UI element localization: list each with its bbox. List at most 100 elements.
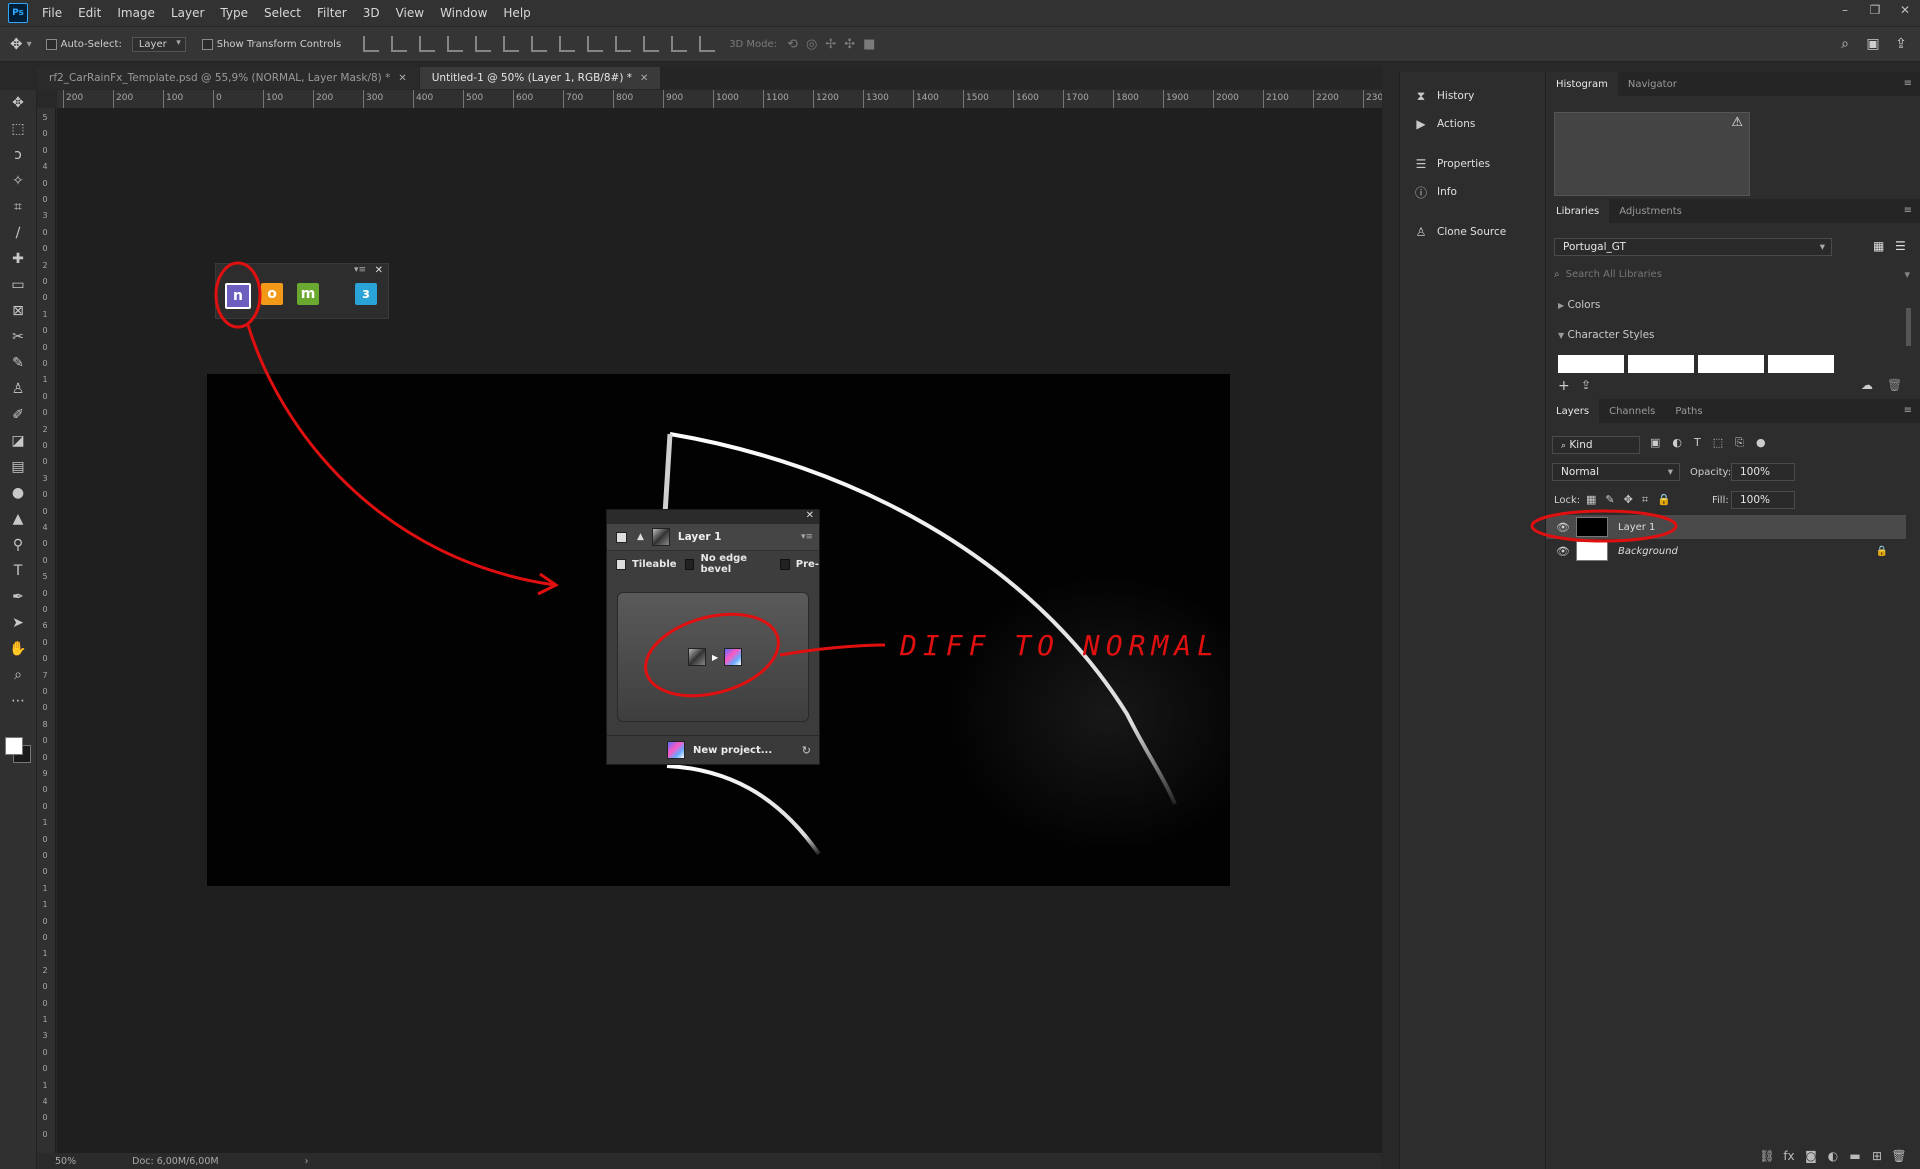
ndo-o-button[interactable]: o xyxy=(261,283,283,305)
dock-history[interactable]: ⧗ History xyxy=(1400,82,1545,110)
eraser-tool-icon[interactable]: ◪ xyxy=(0,428,36,454)
dock-info[interactable]: ⓘ Info xyxy=(1400,178,1545,206)
show-transform-option[interactable]: Show Transform Controls xyxy=(201,38,341,50)
panel-menu-icon[interactable]: ▾≡ xyxy=(354,265,366,275)
link-layers-icon[interactable]: ⛓ xyxy=(1756,1149,1778,1163)
tab-histogram[interactable]: Histogram xyxy=(1546,72,1618,96)
lasso-tool-icon[interactable]: ↄ xyxy=(0,142,36,168)
brush-tool-icon[interactable]: ✎ xyxy=(0,350,36,376)
menu-3d[interactable]: 3D xyxy=(363,6,380,20)
magic-wand-tool-icon[interactable]: ✧ xyxy=(0,168,36,194)
new-group-icon[interactable]: ▬ xyxy=(1844,1149,1866,1163)
menu-layer[interactable]: Layer xyxy=(171,6,204,20)
frame-tool-icon[interactable]: ⊠ xyxy=(0,298,36,324)
tab-untitled-1[interactable]: Untitled-1 @ 50% (Layer 1, RGB/8#) * ✕ xyxy=(419,67,661,89)
ndo-m-button[interactable]: m xyxy=(297,283,319,305)
pen-tool-icon[interactable]: ✒ xyxy=(0,584,36,610)
history-brush-tool-icon[interactable]: ✐ xyxy=(0,402,36,428)
align-vcenter-icon[interactable] xyxy=(391,36,408,52)
panel-menu-icon[interactable]: ≡ xyxy=(1904,78,1912,89)
add-mask-icon[interactable]: ◙ xyxy=(1800,1149,1822,1163)
vertical-ruler[interactable]: 5 0 0 4 0 0 3 0 0 2 0 0 1 0 0 0 1 0 0 2 0 0 3 0 0 4 0 0 5 0 0 6 0 0 7 0 0 8 0 0… xyxy=(37,108,56,1153)
delete-layer-icon[interactable]: 🗑 xyxy=(1888,1149,1910,1163)
panel-menu-icon[interactable]: ▾≡ xyxy=(801,532,813,542)
tab-layers[interactable]: Layers xyxy=(1546,399,1600,423)
opacity-input[interactable]: 100% xyxy=(1731,463,1795,481)
pre-checkbox[interactable] xyxy=(779,558,790,570)
grid-view-icon[interactable]: ▦ xyxy=(1873,239,1884,253)
more-tools-icon[interactable]: ⋯ xyxy=(0,688,36,714)
status-expand-arrow[interactable]: › xyxy=(305,1156,309,1167)
collapse-up-icon[interactable]: ▲ xyxy=(637,532,644,542)
edge-bevel-checkbox[interactable] xyxy=(684,558,695,570)
visibility-eye-icon[interactable]: 👁 xyxy=(1556,521,1576,534)
camera-3d-icon[interactable]: ■ xyxy=(863,37,875,52)
clone-stamp-tool-icon[interactable]: ♙ xyxy=(0,376,36,402)
smart-object-filter-icon[interactable]: ⎘ xyxy=(1735,436,1744,450)
dodge-tool-icon[interactable]: ⚲ xyxy=(0,532,36,558)
menu-edit[interactable]: Edit xyxy=(78,6,101,20)
panel-menu-icon[interactable]: ≡ xyxy=(1904,205,1912,216)
hand-tool-icon[interactable]: ✋ xyxy=(0,636,36,662)
scissors-tool-icon[interactable]: ✂ xyxy=(0,324,36,350)
character-styles-section[interactable]: ▼ Character Styles xyxy=(1558,329,1655,341)
menu-filter[interactable]: Filter xyxy=(317,6,347,20)
character-style-thumb[interactable] xyxy=(1768,355,1834,373)
align-right-icon[interactable] xyxy=(503,36,520,52)
colors-section[interactable]: ▶ Colors xyxy=(1558,299,1600,311)
lock-transparent-icon[interactable]: ▦ xyxy=(1586,493,1596,507)
panel-menu-icon[interactable]: ≡ xyxy=(1904,405,1912,416)
eyedropper-tool-icon[interactable]: ∕ xyxy=(0,220,36,246)
list-view-icon[interactable]: ☰ xyxy=(1895,239,1906,253)
library-search[interactable]: ⌕ Search All Libraries ▾ xyxy=(1554,265,1914,283)
move-tool-icon[interactable]: ✥ xyxy=(0,90,36,116)
marquee-tool-icon[interactable]: ⬚ xyxy=(0,116,36,142)
tab-adjustments[interactable]: Adjustments xyxy=(1609,199,1692,223)
distribute-bottom-icon[interactable] xyxy=(587,36,604,52)
shape-filter-icon[interactable]: ⬚ xyxy=(1713,436,1723,450)
tab-channels[interactable]: Channels xyxy=(1599,399,1665,423)
distribute-left-icon[interactable] xyxy=(615,36,632,52)
warning-icon[interactable]: ⚠ xyxy=(1731,115,1743,130)
close-icon[interactable]: ✕ xyxy=(398,73,406,84)
character-style-thumb[interactable] xyxy=(1698,355,1764,373)
filter-toggle-icon[interactable]: ● xyxy=(1756,436,1766,450)
adjustment-filter-icon[interactable]: ◐ xyxy=(1672,436,1682,450)
align-top-icon[interactable] xyxy=(363,36,380,52)
plugin-select-checkbox[interactable] xyxy=(616,531,627,543)
slide-3d-icon[interactable]: ✣ xyxy=(844,37,855,52)
character-style-thumb[interactable] xyxy=(1628,355,1694,373)
tab-paths[interactable]: Paths xyxy=(1665,399,1712,423)
show-transform-checkbox[interactable] xyxy=(201,38,213,50)
new-layer-icon[interactable]: ⊞ xyxy=(1866,1149,1888,1163)
ndo-n-button[interactable]: n xyxy=(225,283,251,309)
menu-help[interactable]: Help xyxy=(503,6,530,20)
zoom-level[interactable]: 50% xyxy=(55,1156,76,1167)
dock-actions[interactable]: ▶ Actions xyxy=(1400,110,1545,138)
menu-type[interactable]: Type xyxy=(220,6,248,20)
tab-libraries[interactable]: Libraries xyxy=(1546,199,1610,223)
roll-3d-icon[interactable]: ◎ xyxy=(806,37,817,52)
close-icon[interactable]: ✕ xyxy=(806,510,814,521)
menu-select[interactable]: Select xyxy=(264,6,301,20)
align-bottom-icon[interactable] xyxy=(419,36,436,52)
tab-carrainfx[interactable]: rf2_CarRainFx_Template.psd @ 55,9% (NORM… xyxy=(37,67,419,89)
cloud-sync-icon[interactable]: ☁ xyxy=(1861,378,1873,392)
workspace-icon[interactable]: ▣ xyxy=(1864,35,1882,53)
diff-to-normal-preview[interactable]: ▶ xyxy=(617,592,809,722)
close-icon[interactable]: ✕ xyxy=(640,73,648,84)
pan-3d-icon[interactable]: ✢ xyxy=(825,37,836,52)
healing-brush-tool-icon[interactable]: ✚ xyxy=(0,246,36,272)
libraries-scrollbar[interactable] xyxy=(1906,308,1911,346)
blur-tool-icon[interactable]: ● xyxy=(0,480,36,506)
ndo-3-button[interactable]: ɜ xyxy=(355,283,377,305)
fill-input[interactable]: 100% xyxy=(1731,491,1795,509)
foreground-color-swatch[interactable] xyxy=(5,737,23,755)
zoom-tool-icon[interactable]: ⌕ xyxy=(0,662,36,688)
align-hcenter-icon[interactable] xyxy=(475,36,492,52)
layer-filter-kind[interactable]: ⌕ Kind xyxy=(1552,436,1640,454)
character-style-thumb[interactable] xyxy=(1558,355,1624,373)
add-icon[interactable]: + xyxy=(1558,378,1570,394)
distribute-vcenter-icon[interactable] xyxy=(559,36,576,52)
menu-file[interactable]: File xyxy=(42,6,62,20)
